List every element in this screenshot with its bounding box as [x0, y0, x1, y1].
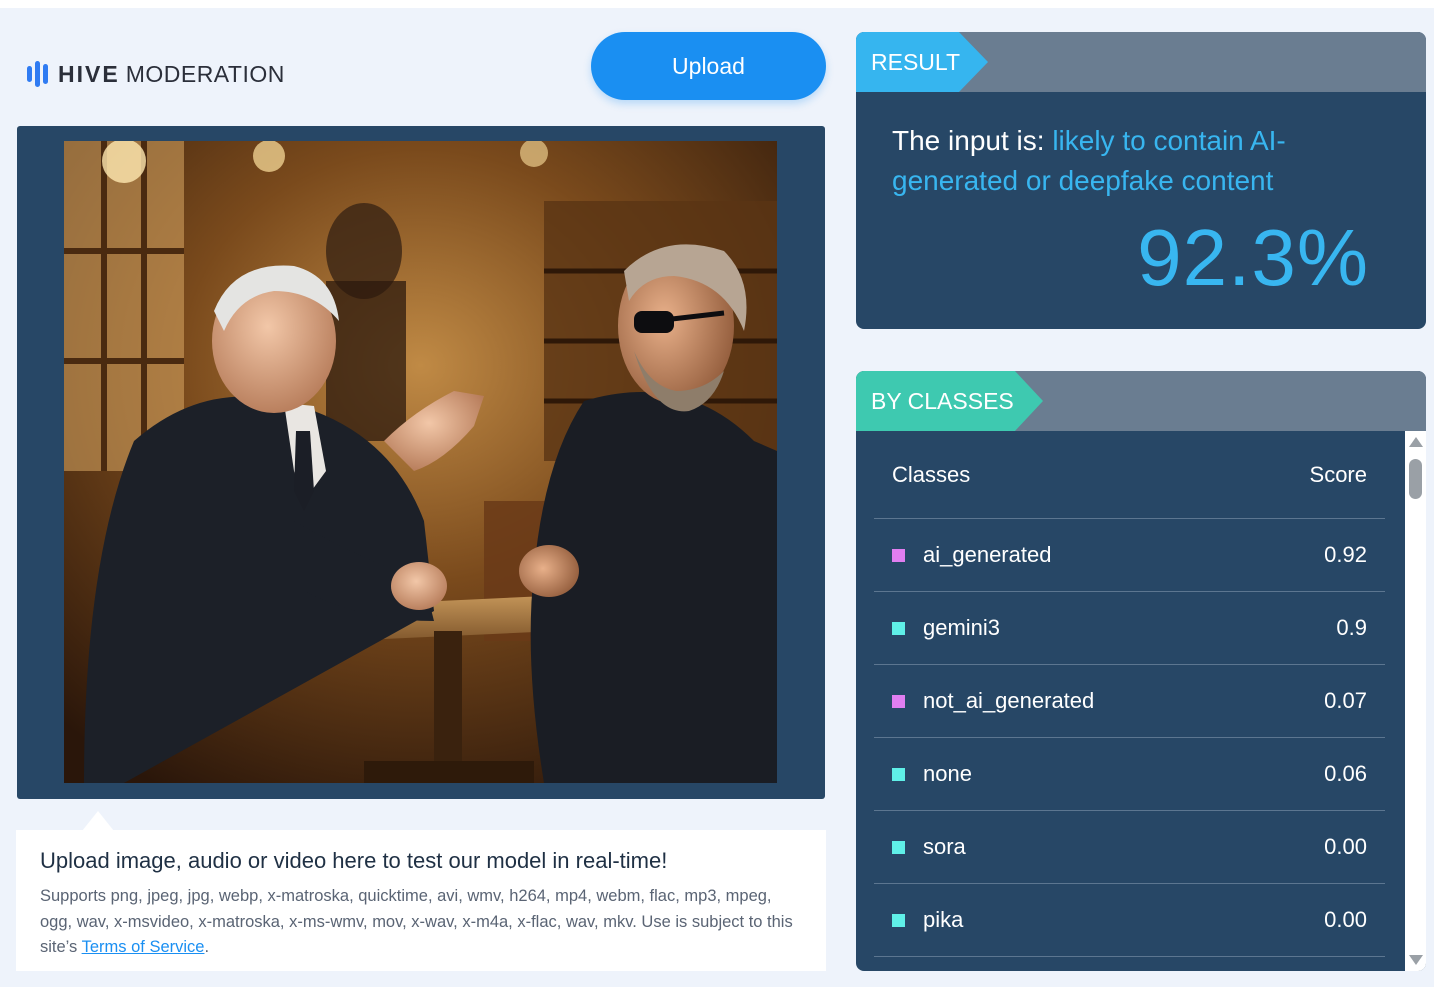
- column-header-classes: Classes: [892, 461, 971, 487]
- classes-table: Classes Score ai_generated 0.92 gemini3 0.9…: [874, 431, 1385, 957]
- result-percentage: 92.3%: [1137, 213, 1369, 302]
- scroll-down-arrow-icon[interactable]: [1409, 955, 1423, 965]
- class-row: sora 0.00: [874, 811, 1385, 884]
- class-row: gemini3 0.9: [874, 592, 1385, 665]
- result-tag: RESULT: [856, 32, 988, 92]
- result-card: RESULT The input is: likely to contain A…: [856, 32, 1426, 329]
- class-color-swatch: [892, 694, 905, 708]
- uploaded-image: [64, 141, 777, 783]
- scroll-thumb[interactable]: [1409, 459, 1422, 499]
- terms-of-service-link[interactable]: Terms of Service: [82, 938, 205, 956]
- class-row: ai_generated 0.92: [874, 519, 1385, 592]
- class-score: 0.92: [1324, 542, 1367, 567]
- class-cell: sora: [892, 834, 966, 860]
- class-cell: not_ai_generated: [892, 688, 1094, 714]
- class-name: ai_generated: [923, 542, 1052, 567]
- column-header-score: Score: [1309, 461, 1367, 487]
- scroll-up-arrow-icon[interactable]: [1409, 437, 1423, 447]
- class-score: 0.9: [1336, 615, 1367, 640]
- class-color-swatch: [892, 548, 905, 562]
- hive-logo-icon: [27, 61, 48, 87]
- upload-info-title: Upload image, audio or video here to tes…: [40, 848, 668, 873]
- upload-info-description: Supports png, jpeg, jpg, webp, x-matrosk…: [40, 884, 802, 961]
- classes-table-header: Classes Score: [874, 431, 1385, 519]
- logo-text: HIVE MODERATION: [58, 61, 285, 88]
- class-score: 0.00: [1324, 907, 1367, 932]
- image-preview-panel: [17, 126, 825, 799]
- top-strip: [0, 0, 1434, 8]
- class-row: none 0.06: [874, 738, 1385, 811]
- class-row: pika 0.00: [874, 884, 1385, 957]
- logo-text-light: MODERATION: [125, 60, 285, 87]
- hive-moderation-logo[interactable]: HIVE MODERATION: [27, 60, 285, 88]
- class-color-swatch: [892, 621, 905, 635]
- class-color-swatch: [892, 913, 905, 927]
- class-name: none: [923, 761, 972, 786]
- classes-scrollbar[interactable]: [1405, 431, 1426, 971]
- result-card-header: RESULT: [856, 32, 1426, 92]
- info-trailing-period: .: [204, 938, 210, 956]
- class-name: not_ai_generated: [923, 688, 1095, 713]
- upload-info-box: Upload image, audio or video here to tes…: [16, 830, 826, 971]
- classes-card: BY CLASSES Classes Score ai_generated 0.9…: [856, 371, 1426, 971]
- info-pointer: [82, 811, 114, 831]
- classes-card-header: BY CLASSES: [856, 371, 1426, 431]
- class-score: 0.07: [1324, 688, 1367, 713]
- by-classes-tag: BY CLASSES: [856, 371, 1043, 431]
- class-cell: ai_generated: [892, 542, 1051, 568]
- class-score: 0.00: [1324, 834, 1367, 859]
- class-cell: pika: [892, 907, 963, 933]
- class-name: pika: [923, 907, 964, 932]
- class-cell: gemini3: [892, 615, 1000, 641]
- class-name: gemini3: [923, 615, 1001, 640]
- class-row: not_ai_generated 0.07: [874, 665, 1385, 738]
- result-verdict: The input is: likely to contain AI-gener…: [892, 121, 1362, 201]
- result-prefix: The input is:: [892, 125, 1053, 156]
- upload-button[interactable]: Upload: [591, 32, 826, 100]
- class-color-swatch: [892, 767, 905, 781]
- class-cell: none: [892, 761, 972, 787]
- class-name: sora: [923, 834, 966, 859]
- class-color-swatch: [892, 840, 905, 854]
- logo-text-strong: HIVE: [58, 60, 120, 87]
- class-score: 0.06: [1324, 761, 1367, 786]
